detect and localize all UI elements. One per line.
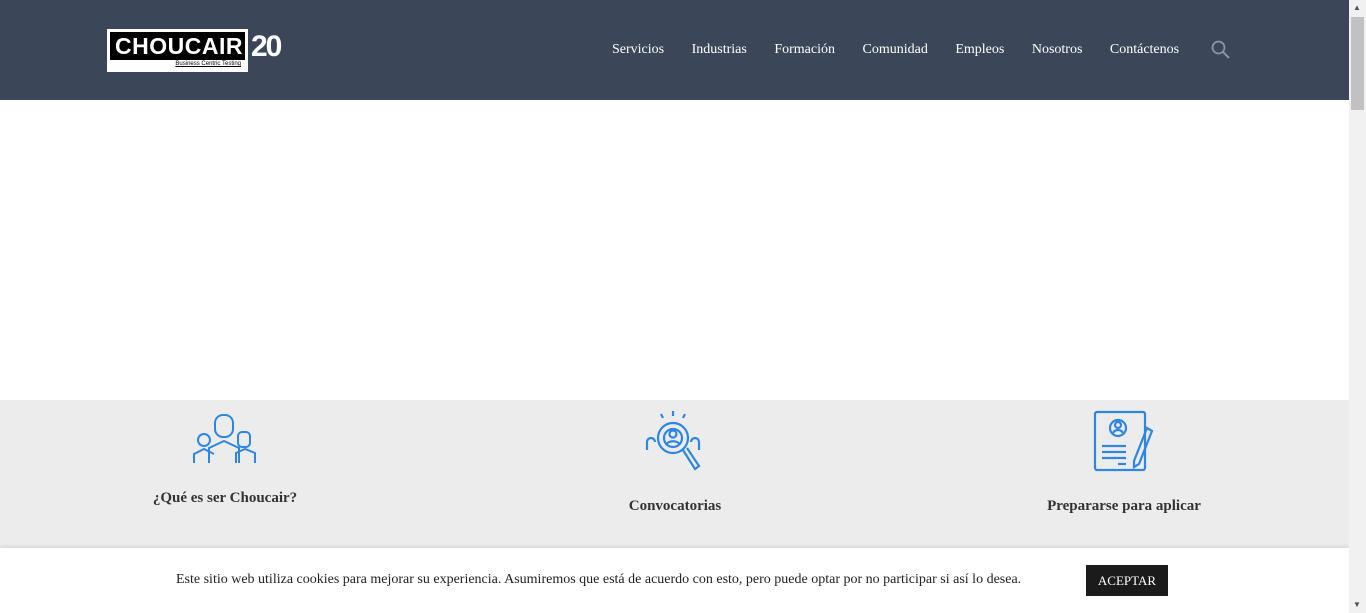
feature-que-es[interactable]: ¿Qué es ser Choucair? (75, 410, 375, 507)
feature-prepararse[interactable]: Prepararse para aplicar (974, 410, 1274, 515)
nav-nosotros[interactable]: Nosotros (1032, 42, 1083, 58)
scrollbar[interactable]: ▲ ▼ (1349, 0, 1366, 613)
logo-text: CHOUCAIR (110, 32, 245, 60)
nav-comunidad[interactable]: Comunidad (862, 42, 927, 58)
choucair-logo[interactable]: CHOUCAIR Business Centric Testing (107, 29, 248, 72)
scroll-up-icon[interactable]: ▲ (1353, 3, 1361, 12)
cookie-text: Este sitio web utiliza cookies para mejo… (176, 572, 1022, 587)
feature-title: Convocatorias (628, 498, 722, 514)
accept-cookies-button[interactable]: ACEPTAR (1086, 565, 1168, 596)
nav-formacion[interactable]: Formación (774, 42, 835, 58)
site-header: CHOUCAIR Business Centric Testing 20 Ser… (0, 0, 1349, 100)
main-nav: Servicios Industrias Formación Comunidad… (612, 42, 1207, 58)
feature-title: Prepararse para aplicar (1047, 498, 1201, 514)
team-icon (193, 414, 256, 463)
nav-contactenos[interactable]: Contáctenos (1110, 42, 1179, 58)
cookie-banner: Este sitio web utiliza cookies para mejo… (0, 548, 1349, 613)
feature-title: ¿Qué es ser Choucair? (152, 490, 298, 506)
nav-servicios[interactable]: Servicios (612, 42, 664, 58)
resume-pen-icon (1093, 410, 1154, 472)
scrollbar-thumb[interactable] (1351, 17, 1364, 110)
features-band: ¿Qué es ser Choucair? Convocatorias Prep… (0, 400, 1349, 550)
search-people-icon (645, 411, 701, 471)
nav-empleos[interactable]: Empleos (955, 42, 1004, 58)
hero-area (0, 100, 1349, 400)
logo-tagline: Business Centric Testing (175, 61, 241, 67)
anniversary-badge: 20 (251, 30, 282, 63)
search-icon[interactable] (1211, 40, 1230, 59)
scroll-down-icon[interactable]: ▼ (1353, 600, 1361, 609)
nav-industrias[interactable]: Industrias (692, 42, 747, 58)
feature-convocatorias[interactable]: Convocatorias (525, 410, 825, 515)
